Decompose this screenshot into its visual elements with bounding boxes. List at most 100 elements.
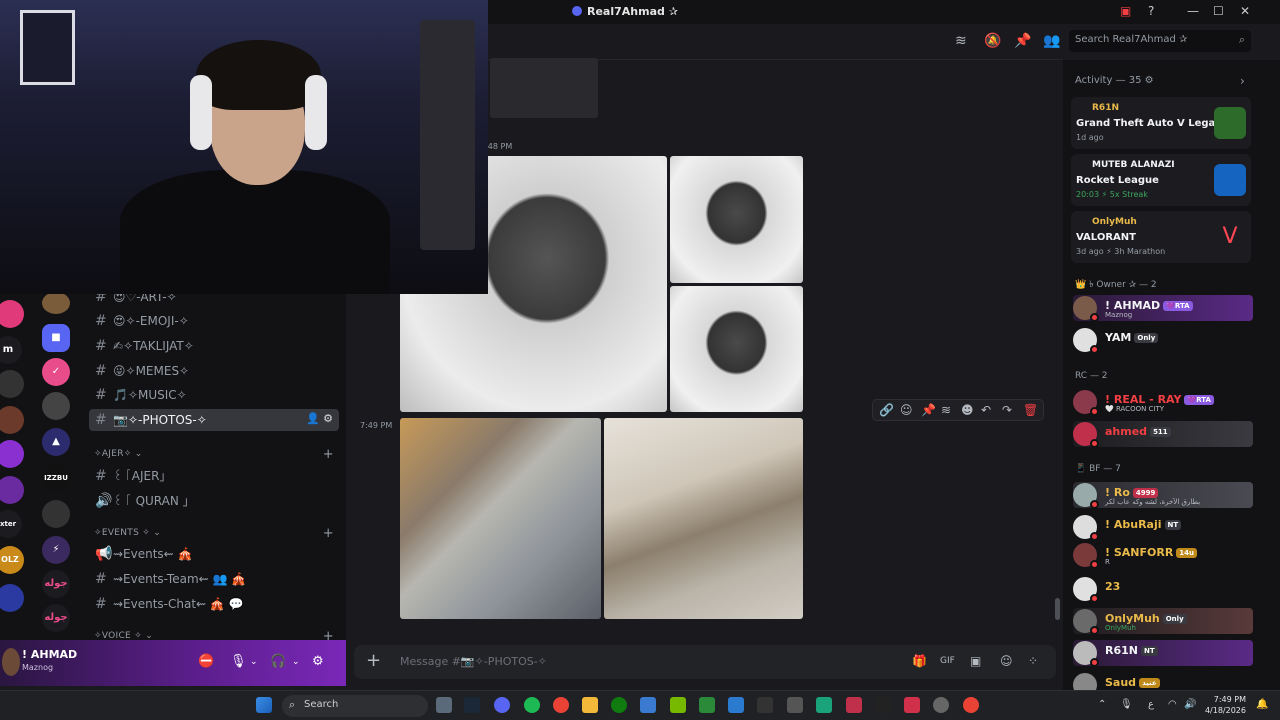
member-item[interactable]: ! REAL - RAY 💜RTA 🤍 RACOON CITY <box>1073 389 1253 416</box>
channel-item[interactable]: # ꒰「AJER」 <box>89 464 339 486</box>
emoji-icon[interactable]: ☺ <box>1000 654 1013 668</box>
play-icon[interactable] <box>699 697 715 713</box>
app-icon[interactable] <box>728 697 744 713</box>
server-icon[interactable]: IZZBU <box>42 464 70 492</box>
reply-icon[interactable]: ↶ <box>981 403 991 417</box>
image-attachment[interactable] <box>670 286 803 412</box>
server-icon[interactable] <box>0 370 24 398</box>
headphones-icon[interactable]: 🎧 <box>270 654 286 669</box>
server-icon[interactable]: OLZ <box>0 546 24 574</box>
activity-card[interactable]: OnlyMuh VALORANT 3d ago ⚡ 3h Marathon V <box>1071 211 1251 263</box>
server-icon[interactable] <box>0 476 24 504</box>
chrome-icon[interactable] <box>963 697 979 713</box>
image-attachment[interactable] <box>490 58 598 118</box>
server-icon[interactable] <box>0 300 24 328</box>
delete-icon[interactable]: 🗑 <box>1023 403 1038 417</box>
channel-item[interactable]: # ⇝Events-Team⇜ 👥 🎪 <box>89 568 339 590</box>
maximize-button[interactable]: ☐ <box>1213 4 1224 18</box>
file-explorer-icon[interactable] <box>582 697 598 713</box>
activity-card[interactable]: MUTEB ALANAZI Rocket League 20:03 ⚡ 5x S… <box>1071 154 1251 206</box>
member-item[interactable]: ! AbuRaji NT <box>1073 514 1253 541</box>
discord-icon[interactable] <box>494 697 510 713</box>
store-icon[interactable] <box>640 697 656 713</box>
link-icon[interactable]: 🔗 <box>879 403 894 417</box>
member-list-icon[interactable]: 👥 <box>1043 33 1060 49</box>
image-attachment[interactable] <box>670 156 803 283</box>
member-item[interactable]: 23 <box>1073 576 1253 603</box>
member-item[interactable]: R61N NT <box>1073 640 1253 667</box>
server-icon[interactable]: ⚡ <box>42 536 70 564</box>
app-icon[interactable] <box>846 697 862 713</box>
app-icon[interactable] <box>816 697 832 713</box>
steam-icon[interactable] <box>464 697 480 713</box>
microphone-icon[interactable]: 🎙 <box>1120 699 1133 710</box>
server-icon[interactable]: ■ <box>42 324 70 352</box>
message-composer[interactable]: + Message #📷✧-PHOTOS-✧ 🎁 GIF ▣ ☺ ⁘ <box>354 645 1056 679</box>
member-item[interactable]: ! SANFORR 14u R <box>1073 542 1253 569</box>
category-ajer[interactable]: ✧AJER✧ ⌄ + <box>94 447 334 462</box>
inbox-icon[interactable]: ▣ <box>1120 4 1131 18</box>
channel-item[interactable]: # 😜✧MEMES✧ <box>89 360 339 382</box>
member-item[interactable]: ! AHMAD 💜RTA Maznog <box>1073 295 1253 322</box>
channel-settings-icon[interactable]: 👤 ⚙ <box>306 412 333 425</box>
server-icon[interactable]: جوله <box>42 604 70 632</box>
gear-icon[interactable]: ⚙ <box>312 654 324 669</box>
chevron-up-icon[interactable]: ⌃ <box>1098 699 1106 710</box>
apps-icon[interactable]: ⁘ <box>1028 654 1038 668</box>
gear-icon[interactable]: ⚙ <box>1145 75 1154 86</box>
server-icon[interactable]: ▲ <box>42 428 70 456</box>
gift-icon[interactable]: 🎁 <box>912 654 927 668</box>
chevron-right-icon[interactable]: › <box>1240 74 1245 88</box>
app-icon[interactable] <box>757 697 773 713</box>
chrome-icon[interactable] <box>553 697 569 713</box>
add-channel-icon[interactable]: + <box>323 526 334 541</box>
mute-icon[interactable]: 🔕 <box>984 33 1001 49</box>
nvidia-icon[interactable] <box>670 697 686 713</box>
category-events[interactable]: ✧EVENTS ✧ ⌄ + <box>94 526 334 541</box>
server-icon[interactable]: ✓ <box>42 358 70 386</box>
threads-icon[interactable]: ≋ <box>955 33 967 49</box>
image-attachment[interactable] <box>400 418 601 619</box>
avatar[interactable] <box>2 648 20 676</box>
minimize-button[interactable]: — <box>1187 4 1199 18</box>
server-icon[interactable]: xter <box>0 510 22 538</box>
emoji-icon[interactable]: ☻ <box>961 403 974 417</box>
channel-item[interactable]: # ⇝Events-Chat⇜ 🎪 💬 <box>89 593 339 615</box>
scrollbar[interactable] <box>1055 598 1060 620</box>
server-icon[interactable]: m <box>0 336 22 364</box>
search-input[interactable]: Search Real7Ahmad ✰ ⌕ <box>1069 30 1251 52</box>
member-item[interactable]: YAM Only <box>1073 327 1253 354</box>
capcut-icon[interactable] <box>875 697 891 713</box>
server-icon[interactable] <box>42 500 70 528</box>
voice-channel-item[interactable]: 🔊꒰「 QURAN 」 <box>89 489 339 511</box>
language-indicator[interactable]: ع <box>1148 699 1154 710</box>
recycle-icon[interactable] <box>787 697 803 713</box>
channel-item-photos[interactable]: # 📷✧-PHOTOS-✧ 👤 ⚙ <box>89 409 339 431</box>
add-channel-icon[interactable]: + <box>323 447 334 462</box>
channel-item[interactable]: 📢⇝Events⇜ 🎪 <box>89 543 339 565</box>
taskbar-search[interactable]: ⌕ Search <box>282 695 428 717</box>
server-icon[interactable] <box>42 292 70 314</box>
upload-icon[interactable]: + <box>366 650 381 671</box>
server-icon[interactable] <box>0 406 24 434</box>
app-icon[interactable] <box>904 697 920 713</box>
server-icon[interactable] <box>0 584 24 612</box>
server-icon[interactable] <box>42 392 70 420</box>
notification-icon[interactable]: 🔔 <box>1256 699 1268 710</box>
start-icon[interactable] <box>256 697 272 713</box>
spotify-icon[interactable] <box>524 697 540 713</box>
member-item[interactable]: OnlyMuh Only OnlyMuh <box>1073 608 1253 635</box>
help-icon[interactable]: ? <box>1148 4 1154 18</box>
microphone-icon[interactable]: 🎙 <box>230 654 247 669</box>
volume-icon[interactable]: 🔊 <box>1184 699 1196 710</box>
chevron-down-icon[interactable]: ⌄ <box>292 657 300 667</box>
server-icon[interactable]: جوله <box>42 570 70 598</box>
reaction-icon[interactable]: ☺ <box>900 403 913 417</box>
activity-card[interactable]: R61N Grand Theft Auto V Legacy 1d ago <box>1071 97 1251 149</box>
channel-item[interactable]: # ✍✧TAKLIJAT✧ <box>89 335 339 357</box>
member-item[interactable]: ahmed 511 <box>1073 421 1253 448</box>
gif-icon[interactable]: GIF <box>940 656 955 666</box>
clock[interactable]: 7:49 PM 4/18/2026 <box>1204 694 1246 716</box>
pin-icon[interactable]: 📌 <box>1014 33 1031 49</box>
channel-item[interactable]: # 😍✧-EMOJI-✧ <box>89 310 339 332</box>
